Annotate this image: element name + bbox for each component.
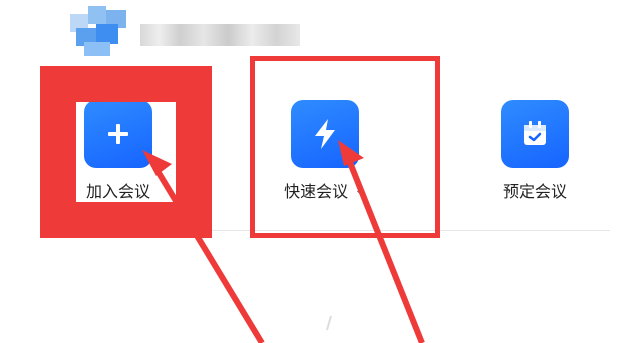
annotation-arrowhead-join (142, 150, 172, 176)
annotation-arrowhead-quick (338, 140, 364, 166)
faint-stroke (326, 315, 332, 331)
annotation-arrows (142, 140, 425, 343)
annotation-arrow-join (147, 156, 265, 343)
annotation-arrow-quick (342, 148, 425, 343)
